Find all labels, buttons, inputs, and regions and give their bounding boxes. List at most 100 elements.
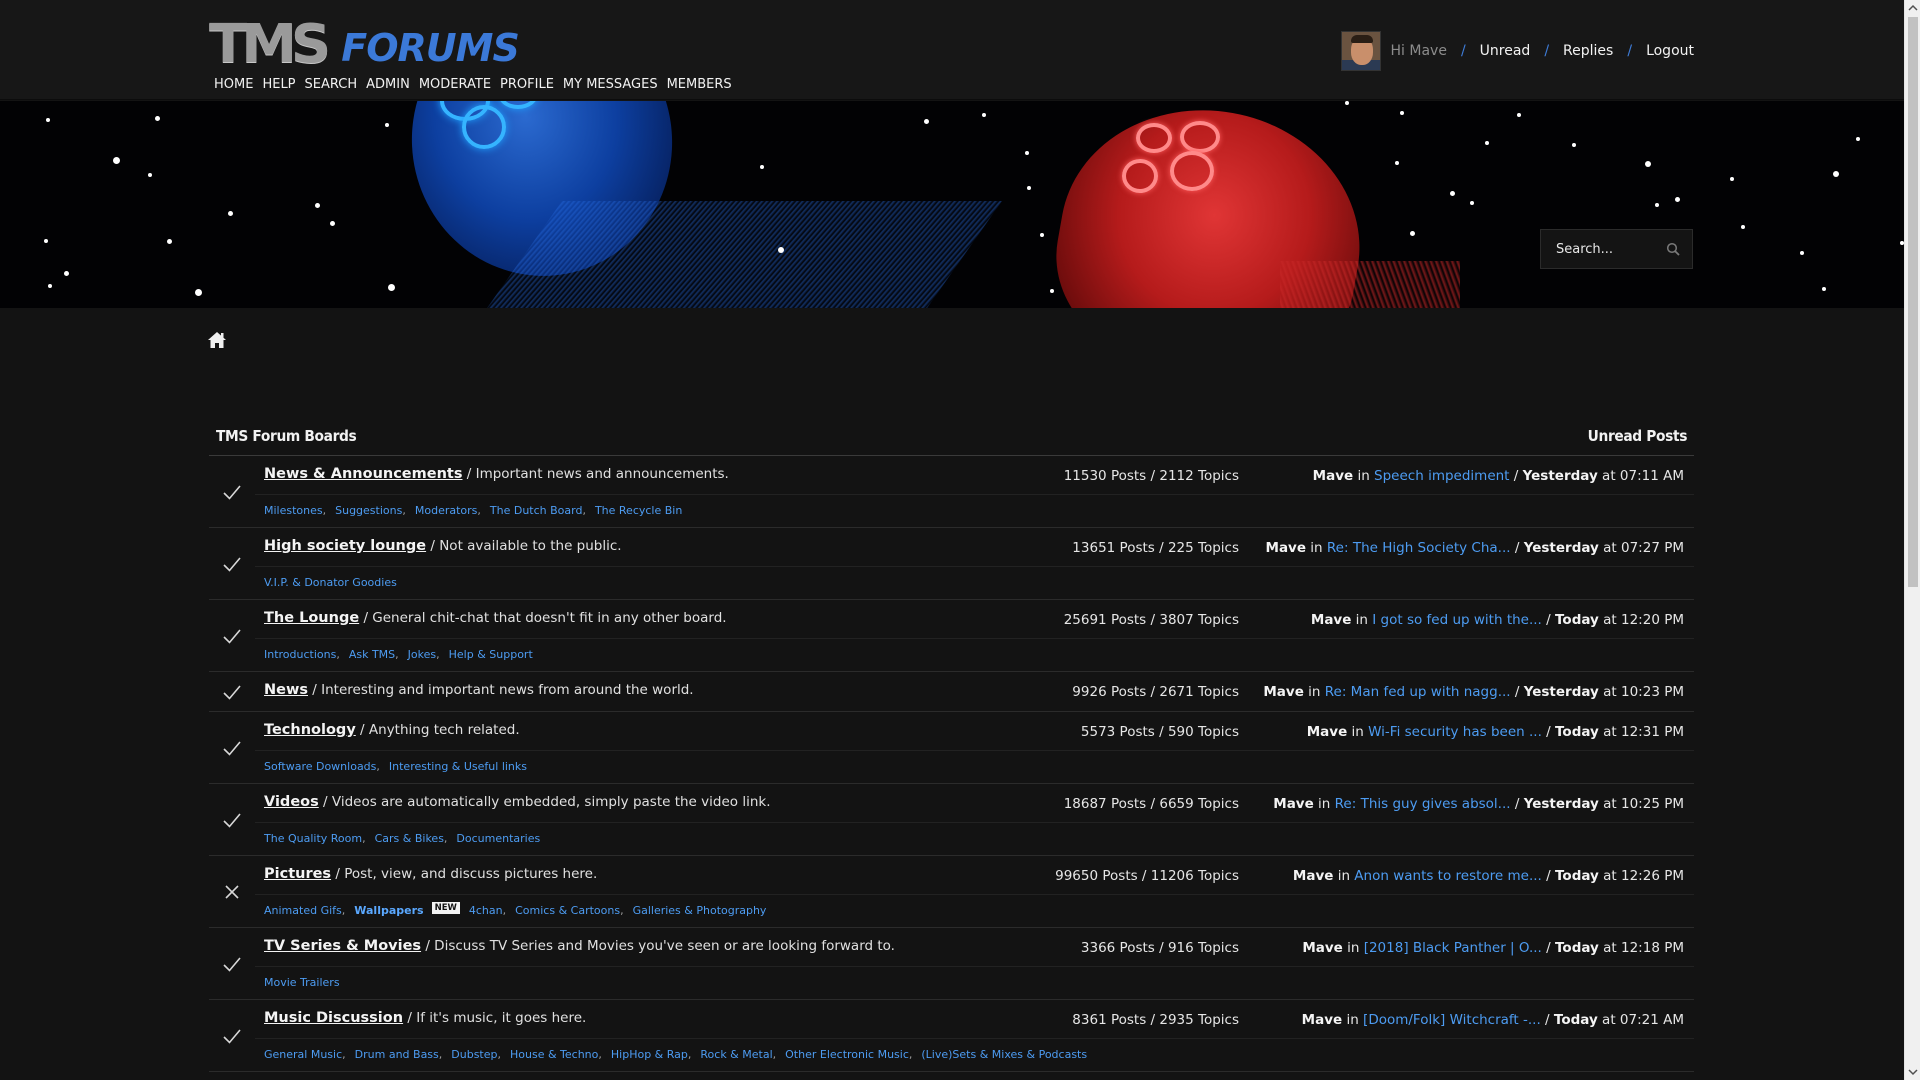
search-input[interactable] <box>1541 230 1661 268</box>
board-name-link[interactable]: Pictures <box>264 866 331 882</box>
subboard-link[interactable]: Drum and Bass <box>355 1048 439 1061</box>
replies-link[interactable]: Replies <box>1563 43 1613 59</box>
logout-link[interactable]: Logout <box>1646 43 1694 59</box>
subboard-link[interactable]: Other Electronic Music <box>785 1048 909 1061</box>
subboard-link[interactable]: Movie Trailers <box>264 976 340 989</box>
last-post-topic-link[interactable]: [2018] Black Panther | O... <box>1364 940 1542 956</box>
subboard-link[interactable]: Galleries & Photography <box>633 904 767 917</box>
home-icon[interactable] <box>207 330 227 350</box>
subboard-link[interactable]: Jokes <box>408 648 436 661</box>
subboard-list: The Quality Room, Cars & Bikes, Documentar… <box>264 832 540 845</box>
nav-members[interactable]: MEMBERS <box>667 77 732 92</box>
board-stats: 9926 Posts / 2671 Topics <box>1072 684 1239 700</box>
subboard-link[interactable]: (Live)Sets & Mixes & Podcasts <box>921 1048 1087 1061</box>
search-box[interactable] <box>1540 229 1693 269</box>
last-post-user[interactable]: Mave <box>1302 1012 1343 1028</box>
subboard-link[interactable]: Software Downloads <box>264 760 376 773</box>
subboard-link[interactable]: Introductions <box>264 648 336 661</box>
check-icon[interactable] <box>221 737 243 759</box>
subboard-link[interactable]: The Quality Room <box>264 832 362 845</box>
board-name-link[interactable]: Videos <box>264 794 319 810</box>
subboard-link[interactable]: Animated Gifs <box>264 904 342 917</box>
last-post-info: Mave in Re: Man fed up with nagg... / Ye… <box>1263 684 1684 700</box>
subboard-link[interactable]: House & Techno <box>510 1048 598 1061</box>
nav-search[interactable]: SEARCH <box>305 77 358 92</box>
last-post-topic-link[interactable]: Re: This guy gives absol... <box>1335 796 1511 812</box>
board-name-link[interactable]: TV Series & Movies <box>264 938 421 954</box>
check-icon[interactable] <box>221 953 243 975</box>
subboard-link[interactable]: 4chan <box>469 904 503 917</box>
last-post-user[interactable]: Mave <box>1307 724 1348 740</box>
check-icon[interactable] <box>221 681 243 703</box>
scroll-thumb[interactable] <box>1908 17 1918 587</box>
last-post-topic-link[interactable]: [Doom/Folk] Witchcraft -... <box>1363 1012 1541 1028</box>
nav-moderate[interactable]: MODERATE <box>419 77 491 92</box>
page-scrollbar[interactable] <box>1904 0 1920 1080</box>
last-post-topic-link[interactable]: Re: Man fed up with nagg... <box>1325 684 1511 700</box>
check-icon[interactable] <box>221 809 243 831</box>
check-icon[interactable] <box>221 625 243 647</box>
last-post-in: in <box>1351 612 1373 628</box>
last-post-user[interactable]: Mave <box>1313 468 1354 484</box>
scroll-down-arrow-icon[interactable] <box>1905 1064 1920 1080</box>
last-post-info: Mave in [2018] Black Panther | O... / To… <box>1302 940 1684 956</box>
board-title-line: Technology / Anything tech related. <box>264 722 520 742</box>
last-post-topic-link[interactable]: I got so fed up with the... <box>1372 612 1542 628</box>
last-post-user[interactable]: Mave <box>1311 612 1352 628</box>
subboard-divider <box>255 566 1694 567</box>
avatar[interactable] <box>1340 31 1381 71</box>
subboard-link[interactable]: Milestones <box>264 504 323 517</box>
last-post-user[interactable]: Mave <box>1266 540 1307 556</box>
subboard-link[interactable]: The Dutch Board <box>490 504 583 517</box>
nav-my-messages[interactable]: MY MESSAGES <box>563 77 658 92</box>
subboard-link[interactable]: Interesting & Useful links <box>389 760 527 773</box>
last-post-sep: / <box>1541 612 1555 628</box>
subboard-link[interactable]: Rock & Metal <box>700 1048 772 1061</box>
subboard-comma: , <box>908 1048 913 1061</box>
subboard-link[interactable]: Moderators <box>415 504 478 517</box>
check-icon[interactable] <box>221 481 243 503</box>
subboard-link[interactable]: Wallpapers <box>354 904 423 917</box>
site-logo[interactable]: TMS FORUMS <box>209 18 520 71</box>
last-post-user[interactable]: Mave <box>1263 684 1304 700</box>
board-name-link[interactable]: News & Announcements <box>264 466 462 482</box>
last-post-user[interactable]: Mave <box>1302 940 1343 956</box>
board-name-link[interactable]: High society lounge <box>264 538 426 554</box>
subboard-link[interactable]: The Recycle Bin <box>595 504 682 517</box>
search-icon[interactable] <box>1666 242 1680 256</box>
last-post-user[interactable]: Mave <box>1273 796 1314 812</box>
nav-profile[interactable]: PROFILE <box>500 77 554 92</box>
board-name-link[interactable]: News <box>264 682 308 698</box>
subboard-link[interactable]: Dubstep <box>451 1048 497 1061</box>
board-name-link[interactable]: Technology <box>264 722 356 738</box>
scroll-up-arrow-icon[interactable] <box>1905 0 1920 16</box>
last-post-topic-link[interactable]: Speech impediment <box>1374 468 1509 484</box>
subboard-link[interactable]: Cars & Bikes <box>375 832 444 845</box>
subboard-link[interactable]: Ask TMS <box>349 648 395 661</box>
subboard-list: Milestones, Suggestions, Moderators, The Du… <box>264 504 682 517</box>
check-icon[interactable] <box>221 553 243 575</box>
check-icon[interactable] <box>221 1025 243 1047</box>
board-name-link[interactable]: Music Discussion <box>264 1010 403 1026</box>
last-post-topic-link[interactable]: Anon wants to restore me... <box>1354 868 1542 884</box>
subboard-link[interactable]: Comics & Cartoons <box>515 904 620 917</box>
subboard-link[interactable]: V.I.P. & Donator Goodies <box>264 576 397 589</box>
subboard-link[interactable]: HipHop & Rap <box>611 1048 688 1061</box>
board-name-link[interactable]: The Lounge <box>264 610 359 626</box>
nav-help[interactable]: HELP <box>262 77 295 92</box>
last-post-topic-link[interactable]: Wi-Fi security has been ... <box>1368 724 1542 740</box>
subboard-link[interactable]: Documentaries <box>456 832 540 845</box>
subboard-comma: , <box>342 1048 346 1061</box>
unread-link[interactable]: Unread <box>1480 43 1531 59</box>
nav-admin[interactable]: ADMIN <box>366 77 410 92</box>
subboard-link[interactable]: Help & Support <box>449 648 533 661</box>
subboard-link[interactable]: Suggestions <box>335 504 402 517</box>
nav-home[interactable]: HOME <box>214 77 253 92</box>
subboard-link[interactable]: General Music <box>264 1048 342 1061</box>
last-post-user[interactable]: Mave <box>1293 868 1334 884</box>
x-icon[interactable] <box>221 881 243 903</box>
last-post-topic-link[interactable]: Re: The High Society Cha... <box>1327 540 1511 556</box>
last-post-time: at 07:27 PM <box>1598 540 1684 556</box>
board-stats: 13651 Posts / 225 Topics <box>1072 540 1239 556</box>
board-description: / Interesting and important news from ar… <box>308 682 694 698</box>
